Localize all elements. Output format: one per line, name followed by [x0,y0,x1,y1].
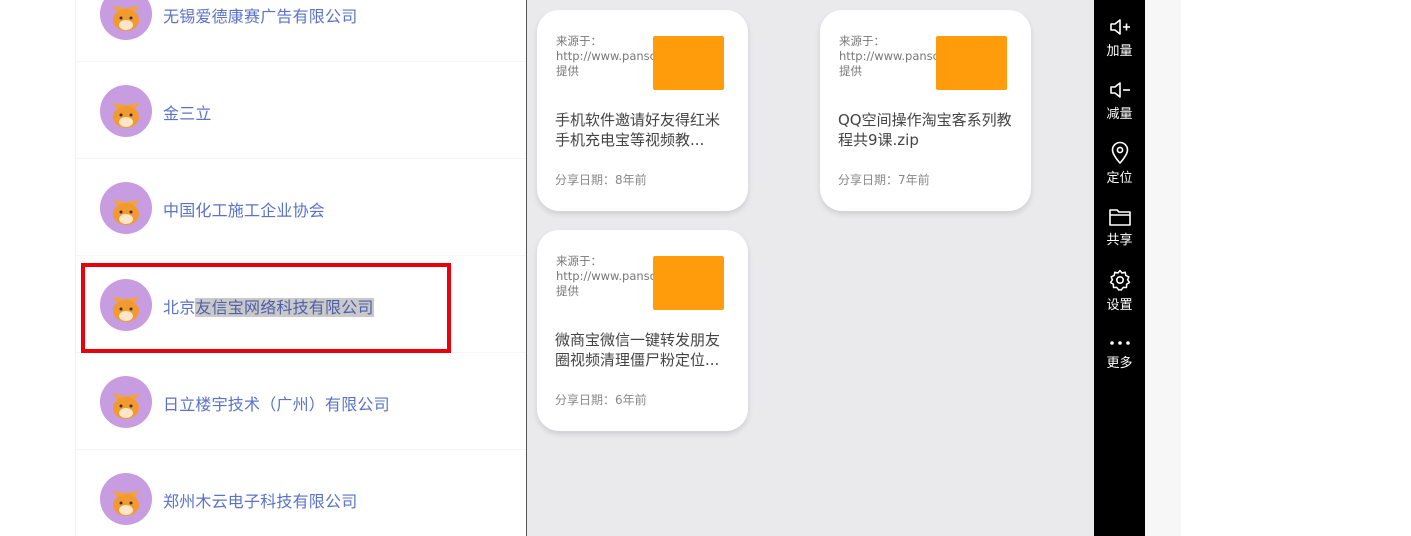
result-card[interactable]: 来源于：http://www.pansoso.org提供 手机软件邀请好友得红米… [537,10,748,211]
file-thumbnail [653,36,724,90]
folder-icon [1108,209,1131,226]
settings-button[interactable]: 设置 [1094,268,1145,313]
volume-up-label: 加量 [1106,44,1133,59]
card-source: 来源于：http://www.pansoso.org提供 [556,34,693,78]
locate-label: 定位 [1106,171,1133,186]
result-card[interactable]: 来源于：http://www.pansoso.org提供 QQ空间操作淘宝客系列… [820,10,1031,211]
card-date: 分享日期：8年前 [555,173,647,187]
list-item[interactable]: 日立楼宇技术（广州）有限公司 [76,354,527,450]
right-edge-strip [1145,0,1181,536]
more-dots-icon [1109,341,1130,345]
card-title: 手机软件邀请好友得红米手机充电宝等视频教... [555,111,721,149]
company-name: 郑州木云电子科技有限公司 [163,492,358,511]
card-title: QQ空间操作淘宝客系列教程共9课.zip [838,111,1012,149]
divider [76,449,527,450]
card-source: 来源于：http://www.pansoso.org提供 [556,254,693,298]
volume-down-icon [1109,82,1130,98]
more-label: 更多 [1106,356,1133,371]
list-item[interactable]: 金三立 [76,63,527,159]
file-thumbnail [653,256,724,310]
volume-down-label: 减量 [1106,107,1133,122]
volume-up-button[interactable]: 加量 [1094,16,1145,59]
share-button[interactable]: 共享 [1094,207,1145,248]
share-label: 共享 [1106,233,1133,248]
gear-icon [1109,269,1130,291]
fox-avatar-icon [100,376,152,428]
volume-down-button[interactable]: 减量 [1094,79,1145,122]
divider [76,158,527,159]
more-button[interactable]: 更多 [1094,336,1145,371]
fox-avatar-icon [100,182,152,234]
card-source: 来源于：http://www.pansoso.org提供 [839,34,976,78]
file-thumbnail [936,36,1007,90]
list-item[interactable]: 中国化工施工企业协会 [76,160,527,256]
company-name: 日立楼宇技术（广州）有限公司 [163,395,390,414]
volume-up-icon [1109,19,1130,35]
divider [76,255,527,256]
company-name: 金三立 [163,104,212,123]
settings-label: 设置 [1106,298,1133,313]
location-pin-icon [1111,141,1128,165]
fox-avatar-icon [100,473,152,525]
list-item[interactable]: 无锡爱德康赛广告有限公司 [76,0,527,62]
card-date: 分享日期：6年前 [555,393,647,407]
company-name: 无锡爱德康赛广告有限公司 [163,7,358,26]
locate-button[interactable]: 定位 [1094,141,1145,186]
results-area: 来源于：http://www.pansoso.org提供 手机软件邀请好友得红米… [527,0,1094,536]
fox-avatar-icon [100,0,152,40]
result-card[interactable]: 来源于：http://www.pansoso.org提供 微商宝微信一键转发朋友… [537,230,748,431]
divider [76,61,527,62]
card-title: 微商宝微信一键转发朋友圈视频清理僵尸粉定位... [555,331,721,369]
highlight-annotation-box [81,263,451,353]
fox-avatar-icon [100,85,152,137]
card-date: 分享日期：7年前 [838,173,930,187]
company-name: 中国化工施工企业协会 [163,201,326,220]
side-toolbar: 加量 减量 定位 共享 设置 更多 [1094,0,1145,536]
list-item[interactable]: 郑州木云电子科技有限公司 [76,451,527,536]
